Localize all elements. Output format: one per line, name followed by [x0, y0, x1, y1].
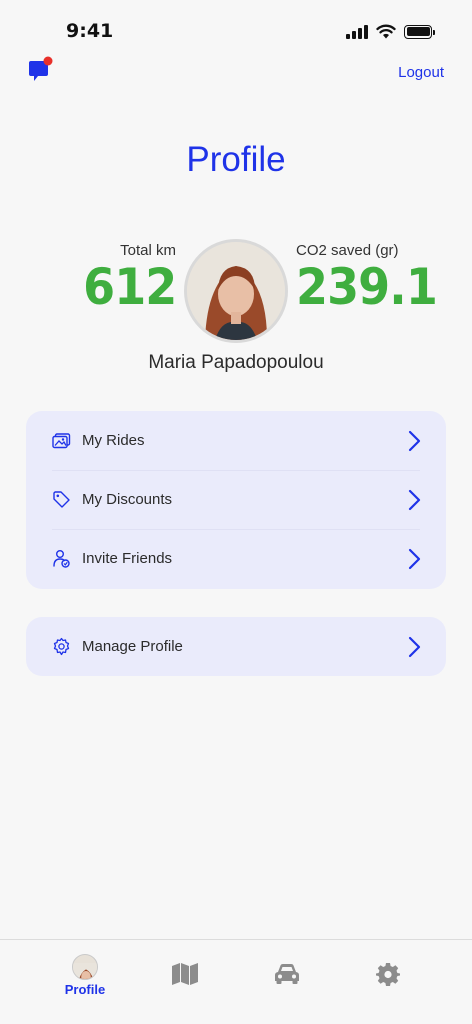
page-title: Profile	[186, 140, 286, 179]
gear-icon	[53, 637, 70, 656]
profile-stats: Total km 612 CO2 saved (gr) 239.1	[0, 236, 472, 346]
menu-item-manage-profile[interactable]: Manage Profile	[26, 617, 446, 676]
tab-settings[interactable]	[358, 954, 418, 1000]
co2-stat: CO2 saved (gr) 239.1	[296, 242, 449, 315]
avatar	[184, 239, 288, 343]
menu-item-label: Manage Profile	[82, 638, 183, 655]
gear-icon	[376, 963, 400, 986]
invite-icon	[53, 550, 70, 568]
tab-bar: Profile	[0, 939, 472, 1024]
chat-button[interactable]	[26, 56, 56, 86]
profile-menu: My Rides My Discounts Invite Friends	[26, 411, 446, 589]
rides-icon	[52, 433, 71, 449]
tab-profile[interactable]: Profile	[55, 954, 115, 1000]
menu-item-my-rides[interactable]: My Rides	[26, 411, 446, 470]
avatar-image	[187, 242, 285, 340]
tab-car[interactable]	[257, 954, 317, 1000]
menu-item-label: Invite Friends	[82, 550, 173, 567]
chevron-right-icon	[408, 548, 421, 570]
co2-value: 239.1	[296, 258, 438, 316]
tab-map[interactable]	[155, 954, 215, 1000]
notification-dot	[43, 56, 53, 66]
car-icon	[275, 964, 299, 984]
menu-item-label: My Rides	[82, 432, 145, 449]
chevron-right-icon	[408, 489, 421, 511]
chevron-right-icon	[408, 636, 421, 658]
battery-icon	[404, 24, 435, 39]
chat-icon	[29, 56, 53, 81]
avatar-tab-icon	[72, 954, 98, 980]
tag-icon	[53, 491, 70, 508]
wifi-icon	[376, 24, 396, 39]
map-icon	[172, 963, 198, 985]
chevron-right-icon	[408, 430, 421, 452]
total-km-label: Total km	[120, 242, 176, 259]
user-name: Maria Papadopoulou	[148, 352, 324, 373]
co2-label: CO2 saved (gr)	[296, 242, 399, 259]
tab-label: Profile	[64, 982, 106, 997]
manage-profile-card: Manage Profile	[26, 617, 446, 676]
status-icons	[346, 24, 435, 39]
menu-item-label: My Discounts	[82, 491, 173, 508]
menu-item-my-discounts[interactable]: My Discounts	[26, 470, 446, 529]
signal-icon	[346, 24, 368, 39]
status-time: 9:41	[66, 20, 114, 42]
total-km-value: 612	[82, 258, 177, 316]
menu-item-invite-friends[interactable]: Invite Friends	[26, 529, 446, 588]
top-bar: Logout	[0, 56, 472, 90]
total-km-stat: Total km 612	[75, 242, 177, 316]
status-bar: 9:41	[0, 0, 472, 62]
logout-link[interactable]: Logout	[398, 64, 444, 81]
